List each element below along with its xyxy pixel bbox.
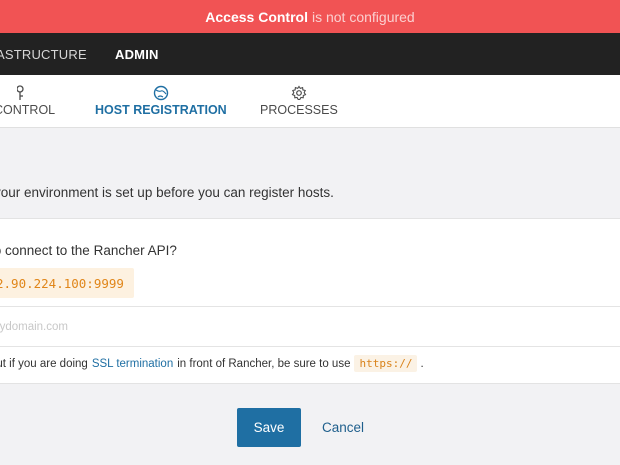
top-navigation: ASTRUCTURE ADMIN <box>0 33 620 75</box>
ssl-termination-link[interactable]: SSL termination <box>92 358 173 370</box>
access-control-banner: Access Control is not configured <box>0 0 620 33</box>
nav-item-admin[interactable]: ADMIN <box>115 47 159 62</box>
gear-icon <box>291 85 307 101</box>
divider <box>0 346 620 347</box>
key-icon <box>16 85 24 100</box>
ip-address: 2.90.224.100:9999 <box>0 275 124 291</box>
nav-item-infrastructure[interactable]: ASTRUCTURE <box>0 47 87 62</box>
host-registration-panel: to connect to the Rancher API? 2.90.224.… <box>0 218 620 384</box>
note-text-after: . <box>420 357 424 370</box>
note-text-before: out if you are doing <box>0 357 88 370</box>
tab-label: PROCESSES <box>260 103 338 117</box>
tab-label: CONTROL <box>0 103 56 117</box>
https-code: https:// <box>354 355 418 372</box>
custom-url-input[interactable] <box>0 307 620 346</box>
globe-icon <box>153 85 169 101</box>
cancel-button[interactable]: Cancel <box>312 408 374 447</box>
api-question: to connect to the Rancher API? <box>0 243 177 258</box>
tab-access-control[interactable]: CONTROL <box>0 85 55 117</box>
ssl-note: out if you are doing SSL termination in … <box>0 355 424 372</box>
note-text-middle: in front of Rancher, be sure to use <box>177 357 351 370</box>
detected-ip-option[interactable]: 2.90.224.100:9999 <box>0 268 134 298</box>
save-button[interactable]: Save <box>237 408 301 447</box>
tab-label: HOST REGISTRATION <box>95 103 227 117</box>
sub-navigation: CONTROL HOST REGISTRATION PROCESSES <box>0 75 620 128</box>
banner-title[interactable]: Access Control <box>205 9 308 25</box>
tab-host-registration[interactable]: HOST REGISTRATION <box>95 85 227 117</box>
banner-message: is not configured <box>311 8 415 25</box>
intro-text: your environment is set up before you ca… <box>0 185 334 200</box>
tab-processes[interactable]: PROCESSES <box>260 85 338 117</box>
